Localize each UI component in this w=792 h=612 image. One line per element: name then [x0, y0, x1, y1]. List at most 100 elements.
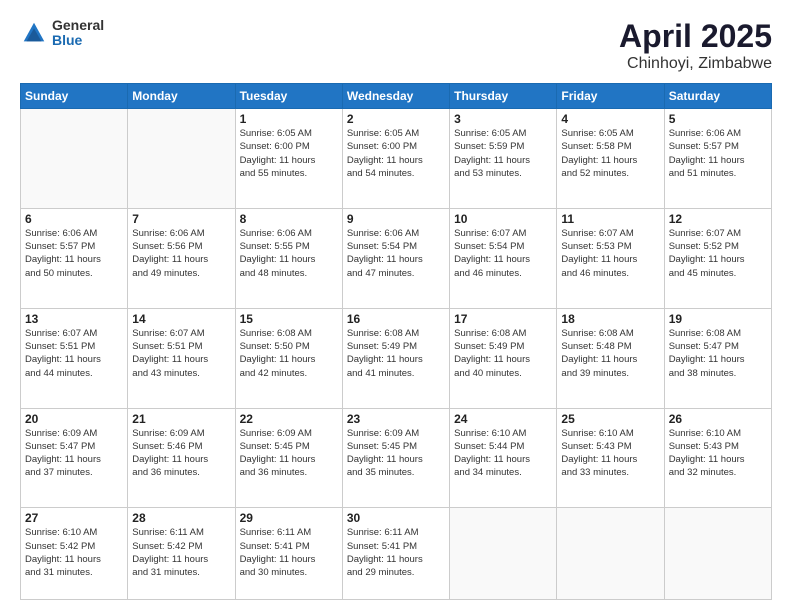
day-cell: 23Sunrise: 6:09 AM Sunset: 5:45 PM Dayli… — [342, 408, 449, 508]
day-cell: 14Sunrise: 6:07 AM Sunset: 5:51 PM Dayli… — [128, 308, 235, 408]
day-info: Sunrise: 6:08 AM Sunset: 5:49 PM Dayligh… — [454, 327, 552, 380]
day-info: Sunrise: 6:11 AM Sunset: 5:41 PM Dayligh… — [240, 526, 338, 579]
day-number: 10 — [454, 212, 552, 226]
day-info: Sunrise: 6:05 AM Sunset: 6:00 PM Dayligh… — [240, 127, 338, 180]
day-number: 29 — [240, 511, 338, 525]
day-cell: 22Sunrise: 6:09 AM Sunset: 5:45 PM Dayli… — [235, 408, 342, 508]
week-row-2: 13 Sunrise: 6:07 AM Sunset: 5:51 PM Dayli… — [21, 308, 772, 408]
day-number: 11 — [561, 212, 659, 226]
day-info: Sunrise: 6:08 AM Sunset: 5:47 PM Dayligh… — [669, 327, 767, 380]
logo-general: General — [52, 18, 104, 33]
header-cell-friday: Friday — [557, 84, 664, 109]
logo-text: General Blue — [52, 18, 104, 49]
day-cell: 30Sunrise: 6:11 AM Sunset: 5:41 PM Dayli… — [342, 508, 449, 600]
page: General Blue April 2025 Chinhoyi, Zimbab… — [0, 0, 792, 612]
day-cell: 1Sunrise: 6:05 AM Sunset: 6:00 PM Daylig… — [235, 109, 342, 209]
day-number: 14 — [132, 312, 230, 326]
day-cell: 13Sunrise: 6:07 AM Sunset: 5:51 PM Dayli… — [21, 308, 128, 408]
day-info: Sunrise: 6:06 AM Sunset: 5:57 PM Dayligh… — [669, 127, 767, 180]
day-cell: 25Sunrise: 6:10 AM Sunset: 5:43 PM Dayli… — [557, 408, 664, 508]
day-cell: 15Sunrise: 6:08 AM Sunset: 5:50 PM Dayli… — [235, 308, 342, 408]
day-cell — [128, 109, 235, 209]
day-cell: 17Sunrise: 6:08 AM Sunset: 5:49 PM Dayli… — [450, 308, 557, 408]
day-info: Sunrise: 6:09 AM Sunset: 5:45 PM Dayligh… — [240, 427, 338, 480]
day-info: Sunrise: 6:11 AM Sunset: 5:42 PM Dayligh… — [132, 526, 230, 579]
day-cell: 16Sunrise: 6:08 AM Sunset: 5:49 PM Dayli… — [342, 308, 449, 408]
day-cell — [450, 508, 557, 600]
day-cell: 21Sunrise: 6:09 AM Sunset: 5:46 PM Dayli… — [128, 408, 235, 508]
day-number: 1 — [240, 112, 338, 126]
day-cell: 8Sunrise: 6:06 AM Sunset: 5:55 PM Daylig… — [235, 208, 342, 308]
day-cell: 5Sunrise: 6:06 AM Sunset: 5:57 PM Daylig… — [664, 109, 771, 209]
main-title: April 2025 — [619, 18, 772, 55]
day-info: Sunrise: 6:09 AM Sunset: 5:45 PM Dayligh… — [347, 427, 445, 480]
day-number: 18 — [561, 312, 659, 326]
day-info: Sunrise: 6:07 AM Sunset: 5:54 PM Dayligh… — [454, 227, 552, 280]
day-info: Sunrise: 6:08 AM Sunset: 5:48 PM Dayligh… — [561, 327, 659, 380]
day-cell — [21, 109, 128, 209]
title-block: April 2025 Chinhoyi, Zimbabwe — [619, 18, 772, 73]
day-cell: 10Sunrise: 6:07 AM Sunset: 5:54 PM Dayli… — [450, 208, 557, 308]
day-number: 19 — [669, 312, 767, 326]
day-number: 22 — [240, 412, 338, 426]
day-number: 13 — [25, 312, 123, 326]
day-cell: 11Sunrise: 6:07 AM Sunset: 5:53 PM Dayli… — [557, 208, 664, 308]
header-row: SundayMondayTuesdayWednesdayThursdayFrid… — [21, 84, 772, 109]
day-info: Sunrise: 6:11 AM Sunset: 5:41 PM Dayligh… — [347, 526, 445, 579]
day-info: Sunrise: 6:10 AM Sunset: 5:43 PM Dayligh… — [561, 427, 659, 480]
day-number: 25 — [561, 412, 659, 426]
day-cell: 4Sunrise: 6:05 AM Sunset: 5:58 PM Daylig… — [557, 109, 664, 209]
day-number: 16 — [347, 312, 445, 326]
day-cell: 6Sunrise: 6:06 AM Sunset: 5:57 PM Daylig… — [21, 208, 128, 308]
day-cell: 29Sunrise: 6:11 AM Sunset: 5:41 PM Dayli… — [235, 508, 342, 600]
day-info: Sunrise: 6:09 AM Sunset: 5:46 PM Dayligh… — [132, 427, 230, 480]
day-info: Sunrise: 6:08 AM Sunset: 5:50 PM Dayligh… — [240, 327, 338, 380]
day-number: 15 — [240, 312, 338, 326]
day-info: Sunrise: 6:06 AM Sunset: 5:54 PM Dayligh… — [347, 227, 445, 280]
day-info: Sunrise: 6:06 AM Sunset: 5:57 PM Dayligh… — [25, 227, 123, 280]
day-number: 26 — [669, 412, 767, 426]
day-number: 24 — [454, 412, 552, 426]
week-row-0: 1Sunrise: 6:05 AM Sunset: 6:00 PM Daylig… — [21, 109, 772, 209]
day-info: Sunrise: 6:05 AM Sunset: 5:59 PM Dayligh… — [454, 127, 552, 180]
header-cell-tuesday: Tuesday — [235, 84, 342, 109]
day-number: 5 — [669, 112, 767, 126]
day-info: Sunrise: 6:05 AM Sunset: 5:58 PM Dayligh… — [561, 127, 659, 180]
day-info: Sunrise: 6:05 AM Sunset: 6:00 PM Dayligh… — [347, 127, 445, 180]
day-number: 30 — [347, 511, 445, 525]
day-info: Sunrise: 6:10 AM Sunset: 5:44 PM Dayligh… — [454, 427, 552, 480]
day-info: Sunrise: 6:07 AM Sunset: 5:52 PM Dayligh… — [669, 227, 767, 280]
day-info: Sunrise: 6:07 AM Sunset: 5:53 PM Dayligh… — [561, 227, 659, 280]
day-cell: 26Sunrise: 6:10 AM Sunset: 5:43 PM Dayli… — [664, 408, 771, 508]
day-cell: 19Sunrise: 6:08 AM Sunset: 5:47 PM Dayli… — [664, 308, 771, 408]
day-info: Sunrise: 6:07 AM Sunset: 5:51 PM Dayligh… — [132, 327, 230, 380]
day-number: 7 — [132, 212, 230, 226]
day-cell: 3Sunrise: 6:05 AM Sunset: 5:59 PM Daylig… — [450, 109, 557, 209]
day-number: 3 — [454, 112, 552, 126]
day-info: Sunrise: 6:09 AM Sunset: 5:47 PM Dayligh… — [25, 427, 123, 480]
header-cell-sunday: Sunday — [21, 84, 128, 109]
logo: General Blue — [20, 18, 104, 49]
day-cell: 27Sunrise: 6:10 AM Sunset: 5:42 PM Dayli… — [21, 508, 128, 600]
day-number: 4 — [561, 112, 659, 126]
day-info: Sunrise: 6:10 AM Sunset: 5:43 PM Dayligh… — [669, 427, 767, 480]
day-cell: 20Sunrise: 6:09 AM Sunset: 5:47 PM Dayli… — [21, 408, 128, 508]
calendar-table: SundayMondayTuesdayWednesdayThursdayFrid… — [20, 83, 772, 600]
week-row-4: 27Sunrise: 6:10 AM Sunset: 5:42 PM Dayli… — [21, 508, 772, 600]
day-cell: 9Sunrise: 6:06 AM Sunset: 5:54 PM Daylig… — [342, 208, 449, 308]
header: General Blue April 2025 Chinhoyi, Zimbab… — [20, 18, 772, 73]
day-info: Sunrise: 6:06 AM Sunset: 5:55 PM Dayligh… — [240, 227, 338, 280]
day-number: 23 — [347, 412, 445, 426]
day-number: 8 — [240, 212, 338, 226]
day-number: 21 — [132, 412, 230, 426]
header-cell-wednesday: Wednesday — [342, 84, 449, 109]
calendar-header: SundayMondayTuesdayWednesdayThursdayFrid… — [21, 84, 772, 109]
day-cell: 24Sunrise: 6:10 AM Sunset: 5:44 PM Dayli… — [450, 408, 557, 508]
day-info: Sunrise: 6:06 AM Sunset: 5:56 PM Dayligh… — [132, 227, 230, 280]
logo-blue: Blue — [52, 33, 104, 48]
day-cell: 28Sunrise: 6:11 AM Sunset: 5:42 PM Dayli… — [128, 508, 235, 600]
logo-icon — [20, 19, 48, 47]
calendar-body: 1Sunrise: 6:05 AM Sunset: 6:00 PM Daylig… — [21, 109, 772, 600]
header-cell-saturday: Saturday — [664, 84, 771, 109]
day-number: 28 — [132, 511, 230, 525]
